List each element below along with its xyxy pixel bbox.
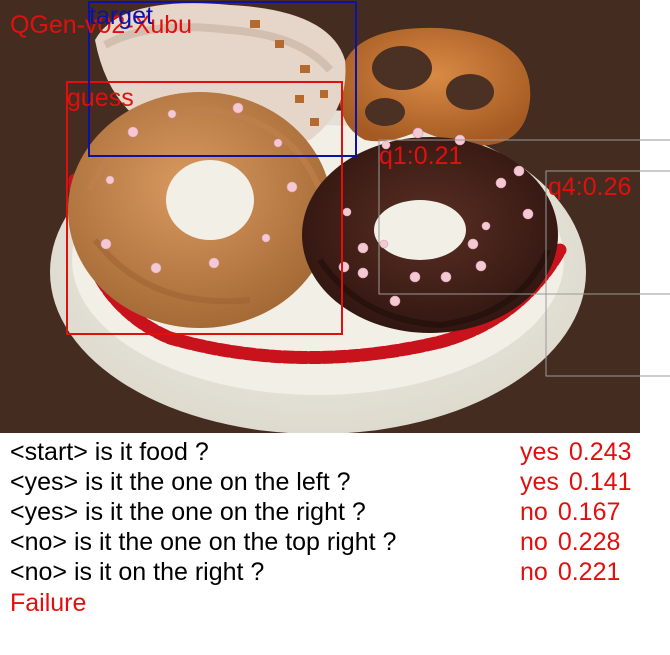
answer-text: no 0.221 <box>520 558 621 586</box>
right-box <box>545 170 670 377</box>
answer-text: yes 0.141 <box>520 468 632 496</box>
answer-text: no 0.228 <box>520 528 621 556</box>
guess-label: guess <box>67 84 134 112</box>
answer-text: yes 0.243 <box>520 438 632 466</box>
annotation-overlay <box>66 1 670 377</box>
dialog-row-5: <no> is it on the right ? no 0.221 <box>0 557 670 587</box>
question-text: <no> is it the one on the top right ? <box>10 528 397 556</box>
answer-text: no 0.167 <box>520 498 621 526</box>
dialog-row-3: <yes> is it the one on the right ? no 0.1… <box>0 497 670 527</box>
question-text: <yes> is it the one on the left ? <box>10 468 351 496</box>
dialog-row-1: <start> is it food ? yes 0.243 <box>0 437 670 467</box>
result-status: Failure <box>10 589 87 617</box>
question-text: <start> is it food ? <box>10 438 209 466</box>
target-label: target <box>89 2 153 30</box>
q1-label: q1:0.21 <box>379 142 463 170</box>
guess-box <box>66 81 343 335</box>
dialog-row-2: <yes> is it the one on the left ? yes 0.1… <box>0 467 670 497</box>
question-text: <yes> is it the one on the right ? <box>10 498 366 526</box>
right-box-label: q4:0.26 <box>548 173 632 201</box>
dialog-row-4: <no> is it the one on the top right ? no… <box>0 527 670 557</box>
question-text: <no> is it on the right ? <box>10 558 265 586</box>
